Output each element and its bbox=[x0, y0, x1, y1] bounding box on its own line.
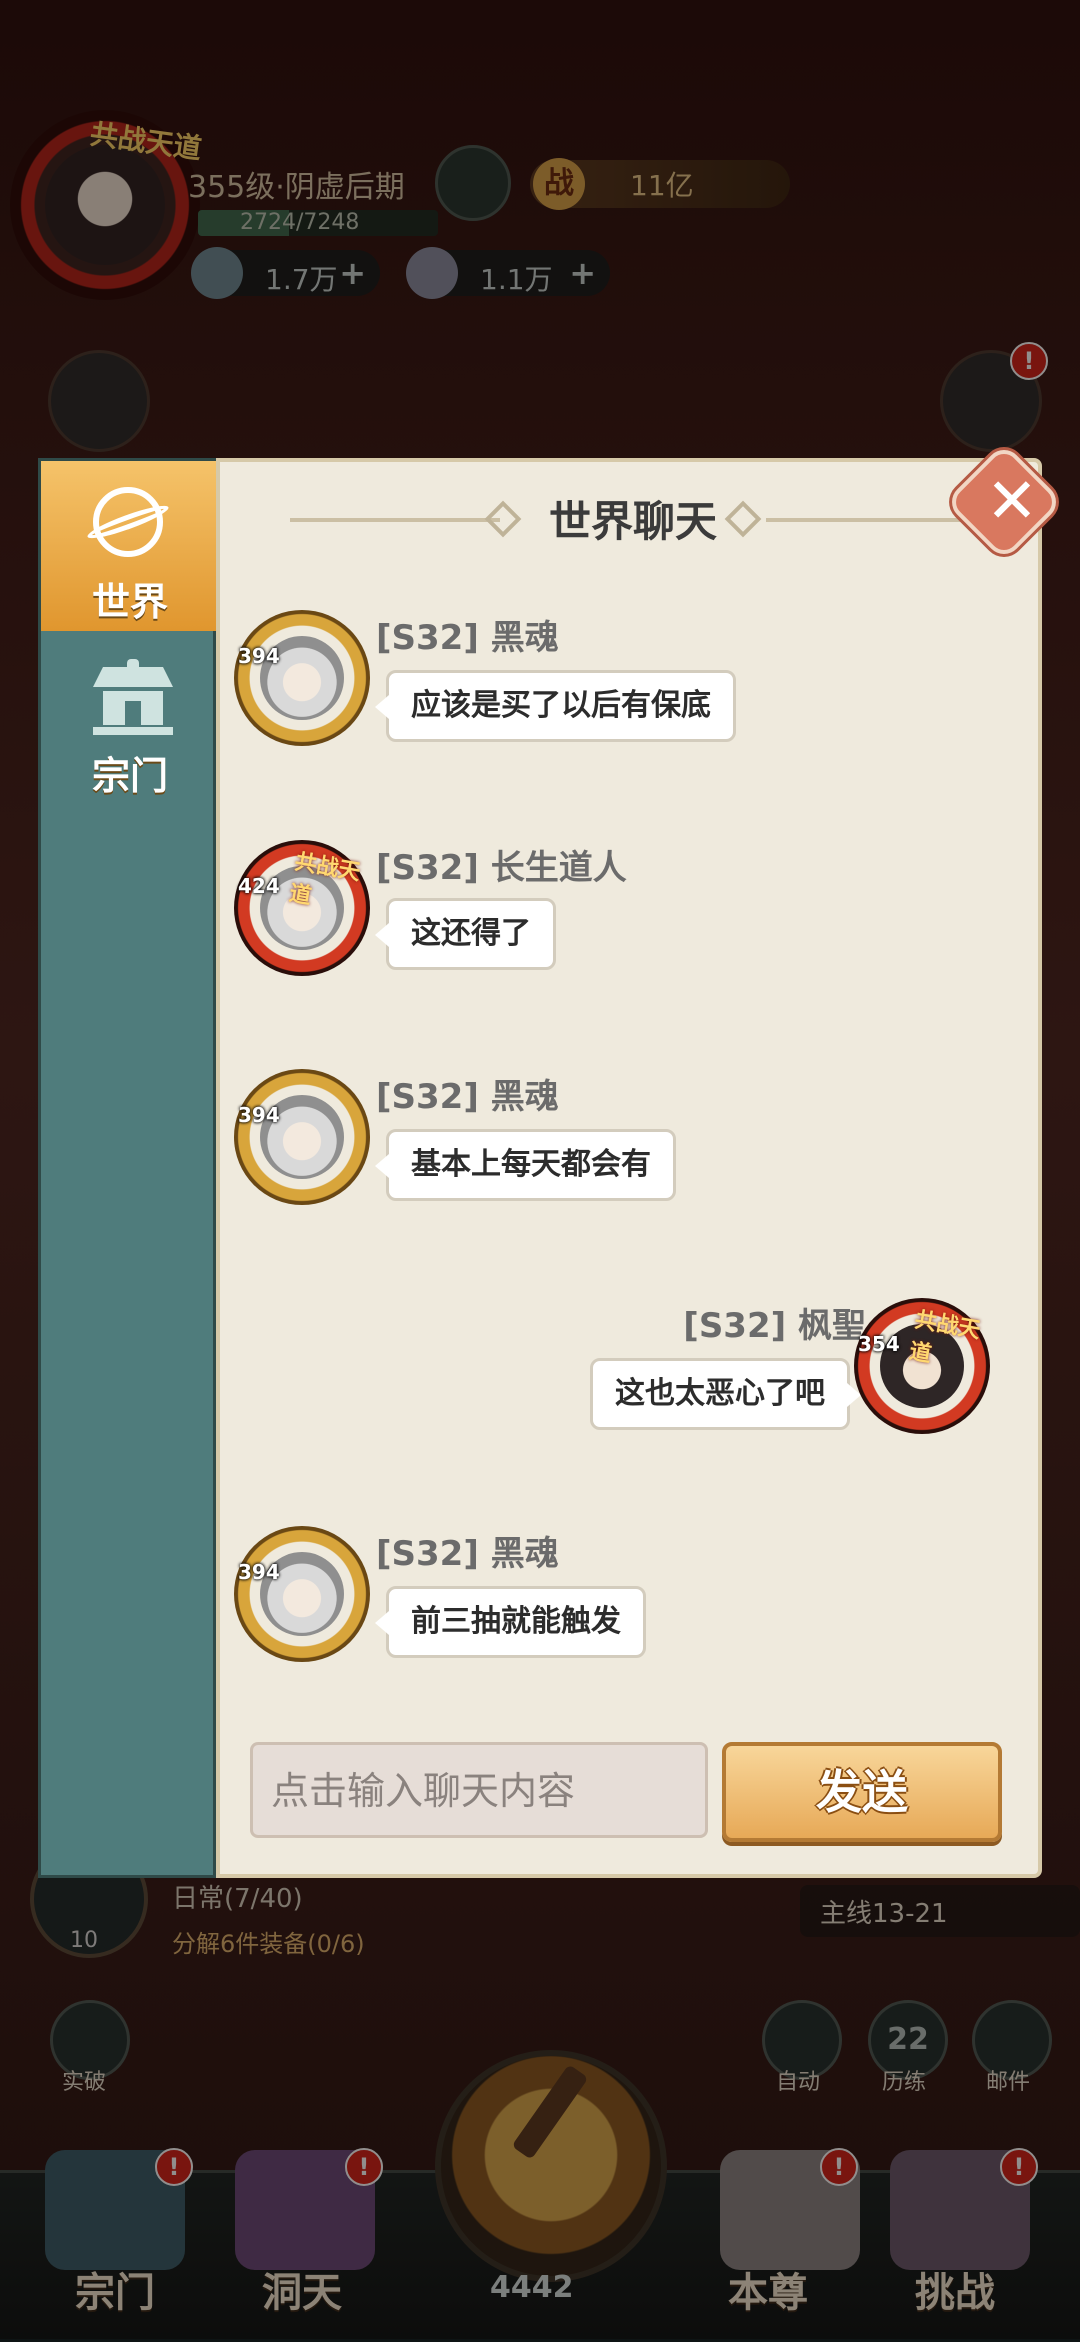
avatar-level: 394 bbox=[238, 1103, 280, 1127]
send-button-label: 发送 bbox=[816, 1765, 908, 1819]
tab-world-label: 世界 bbox=[91, 580, 168, 624]
sender-name[interactable]: [S32] 黑魂 bbox=[376, 610, 559, 659]
sender-name[interactable]: [S32] 黑魂 bbox=[376, 1526, 559, 1575]
pavilion-icon bbox=[93, 659, 173, 737]
message-bubble[interactable]: 这还得了 bbox=[375, 898, 556, 970]
tab-world[interactable]: 世界 bbox=[41, 461, 219, 631]
send-button[interactable]: 发送 bbox=[722, 1742, 1002, 1842]
tab-sect-label: 宗门 bbox=[91, 754, 168, 798]
world-chat-dialog: 世界 宗门 世界聊天 394 [S32] 黑魂 应该是买了以后有保底 424 共… bbox=[38, 442, 1064, 1878]
avatar-level: 394 bbox=[238, 1560, 280, 1584]
title-decoration-right bbox=[766, 518, 976, 522]
avatar-frame[interactable]: 424 共战天道 bbox=[234, 840, 370, 976]
chat-input[interactable] bbox=[269, 1745, 613, 1837]
sender-name[interactable]: [S32] 枫聖 bbox=[683, 1298, 866, 1347]
message-bubble[interactable]: 基本上每天都会有 bbox=[375, 1129, 676, 1201]
message-bubble[interactable]: 应该是买了以后有保底 bbox=[375, 670, 736, 742]
close-icon[interactable]: ✕ bbox=[986, 470, 1038, 532]
message-bubble[interactable]: 前三抽就能触发 bbox=[375, 1586, 646, 1658]
avatar-frame[interactable]: 394 bbox=[234, 1526, 370, 1662]
avatar-frame[interactable]: 354 共战天道 bbox=[854, 1298, 990, 1434]
message-bubble[interactable]: 这也太恶心了吧 bbox=[590, 1358, 861, 1430]
avatar-frame[interactable]: 394 bbox=[234, 1069, 370, 1205]
avatar-level: 354 bbox=[858, 1332, 900, 1356]
avatar-title-tag: 共战天道 bbox=[907, 1307, 983, 1368]
planet-icon bbox=[93, 487, 163, 557]
avatar-level: 424 bbox=[238, 874, 280, 898]
chat-input-box[interactable] bbox=[250, 1742, 891, 1838]
chat-panel: 世界聊天 394 [S32] 黑魂 应该是买了以后有保底 424 共战天道 [S… bbox=[216, 458, 1042, 1878]
sender-name[interactable]: [S32] 长生道人 bbox=[376, 840, 627, 889]
sender-name[interactable]: [S32] 黑魂 bbox=[376, 1069, 559, 1118]
avatar-title-tag: 共战天道 bbox=[287, 849, 363, 910]
avatar-frame[interactable]: 394 bbox=[234, 610, 370, 746]
chat-tab-bar: 世界 宗门 bbox=[38, 458, 237, 1878]
avatar-level: 394 bbox=[238, 644, 280, 668]
